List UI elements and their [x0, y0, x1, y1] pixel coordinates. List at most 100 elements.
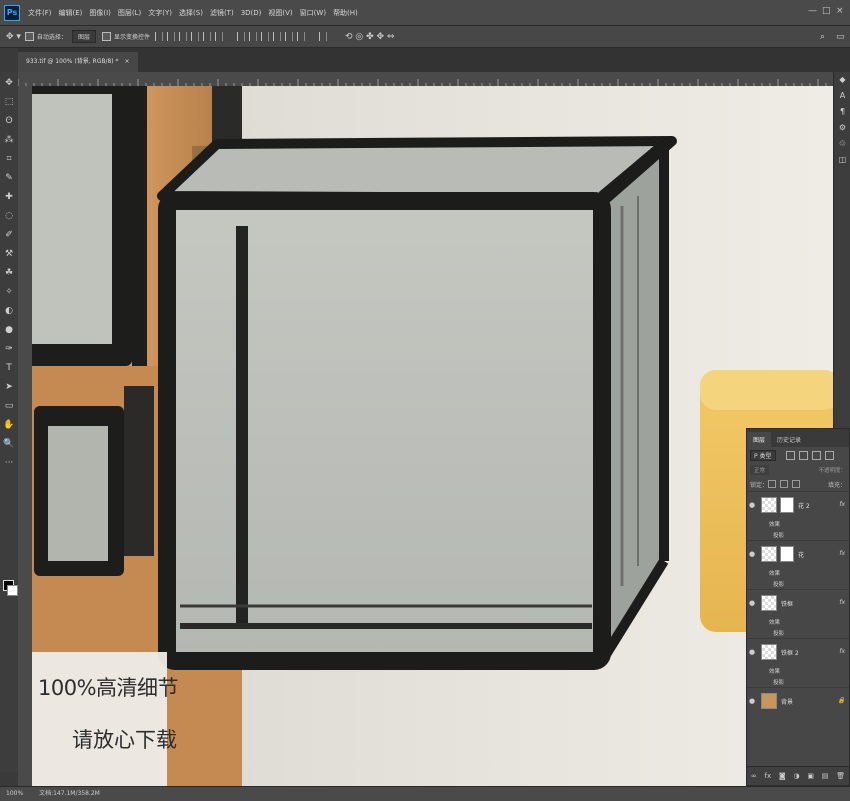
layer-fx-icon[interactable]: fx — [839, 599, 845, 606]
distribute-vcenter-icon[interactable] — [248, 32, 257, 41]
auto-align-icon[interactable] — [318, 32, 327, 41]
minimize-button[interactable]: — — [808, 6, 817, 16]
layer-effect-item[interactable]: 投影 — [747, 529, 849, 540]
filter-pixel-icon[interactable] — [785, 450, 795, 460]
new-layer-icon[interactable]: ▤ — [822, 772, 829, 780]
hand-tool-icon[interactable]: ✋ — [2, 418, 16, 432]
layer-effects-row[interactable]: 效果 — [747, 665, 849, 676]
type-tool-icon[interactable]: T — [2, 361, 16, 375]
close-window-button[interactable]: × — [836, 6, 844, 16]
add-style-icon[interactable]: fx — [765, 772, 772, 780]
visibility-eye-icon[interactable]: ● — [747, 550, 757, 558]
visibility-eye-icon[interactable]: ● — [747, 599, 757, 607]
distribute-left-icon[interactable] — [272, 32, 281, 41]
layer-mask-thumbnail[interactable] — [780, 497, 794, 513]
menu-edit[interactable]: 编辑(E) — [59, 8, 83, 18]
align-left-icon[interactable] — [190, 32, 199, 41]
search-icon[interactable]: ⌕ — [820, 32, 825, 42]
layer-row[interactable]: ● 铁框 2 fx — [747, 638, 849, 665]
distribute-bottom-icon[interactable] — [260, 32, 269, 41]
distribute-hcenter-icon[interactable] — [284, 32, 293, 41]
document-canvas[interactable]: 100%高清细节 请放心下载 — [32, 86, 833, 786]
3d-mode-icons[interactable]: ⟲ ◎ ✤ ✥ ⇔ — [345, 32, 394, 42]
layer-row-background[interactable]: ● 背景 🔒 — [747, 687, 849, 714]
dock-styles-icon[interactable]: ♲ — [834, 136, 850, 152]
layer-kind-filter[interactable]: P 类型 — [750, 449, 776, 461]
document-tab[interactable]: 933.tif @ 100% (背景, RGB/8) * × — [18, 52, 138, 72]
lasso-tool-icon[interactable]: ʘ — [2, 114, 16, 128]
auto-select-target-dropdown[interactable]: 图层 — [71, 30, 96, 43]
menu-filter[interactable]: 滤镜(T) — [210, 8, 234, 18]
eraser-tool-icon[interactable]: ✧ — [2, 285, 16, 299]
blend-mode-dropdown[interactable]: 正常 — [750, 465, 770, 475]
add-mask-icon[interactable]: ◙ — [779, 772, 786, 780]
visibility-eye-icon[interactable]: ● — [747, 697, 757, 705]
layer-row[interactable]: ● 花 fx — [747, 540, 849, 567]
layer-fx-icon[interactable]: fx — [839, 550, 845, 557]
dock-properties-icon[interactable]: ◆ — [834, 72, 850, 88]
align-bottom-icon[interactable] — [178, 32, 187, 41]
menu-help[interactable]: 帮助(H) — [333, 8, 358, 18]
menu-window[interactable]: 窗口(W) — [300, 8, 326, 18]
move-tool-icon[interactable]: ✥ ▾ — [6, 32, 21, 42]
menu-select[interactable]: 选择(S) — [179, 8, 203, 18]
marquee-tool-icon[interactable]: ⬚ — [2, 95, 16, 109]
distribute-right-icon[interactable] — [296, 32, 305, 41]
more-tools-icon[interactable]: ··· — [2, 456, 16, 470]
visibility-eye-icon[interactable]: ● — [747, 648, 757, 656]
align-right-icon[interactable] — [214, 32, 223, 41]
dock-paragraph-icon[interactable]: ¶ — [834, 104, 850, 120]
lock-position-icon[interactable] — [780, 480, 789, 488]
dock-character-icon[interactable]: A — [834, 88, 850, 104]
crop-tool-icon[interactable]: ⌗ — [2, 152, 16, 166]
move-tool-icon[interactable]: ✥ — [2, 76, 16, 90]
link-layers-icon[interactable]: ∞ — [751, 772, 757, 780]
zoom-level[interactable]: 100% — [6, 790, 23, 797]
tab-layers[interactable]: 图层 — [747, 432, 772, 447]
dock-channels-icon[interactable]: ◫ — [834, 152, 850, 168]
layer-effect-item[interactable]: 投影 — [747, 578, 849, 589]
zoom-tool-icon[interactable]: 🔍 — [2, 437, 16, 451]
blur-tool-icon[interactable]: ● — [2, 323, 16, 337]
menu-image[interactable]: 图像(I) — [89, 8, 111, 18]
eyedropper-tool-icon[interactable]: ✎ — [2, 171, 16, 185]
menu-type[interactable]: 文字(Y) — [148, 8, 172, 18]
trash-icon[interactable]: 🗑 — [836, 772, 845, 780]
align-top-icon[interactable] — [154, 32, 163, 41]
layer-fx-icon[interactable]: fx — [839, 648, 845, 655]
lock-all-icon[interactable] — [792, 480, 801, 488]
workspace-icon[interactable]: ▭ — [836, 32, 845, 42]
magic-wand-tool-icon[interactable]: ⁂ — [2, 133, 16, 147]
brush-tool-icon[interactable]: ✐ — [2, 228, 16, 242]
menu-file[interactable]: 文件(F) — [28, 8, 52, 18]
menu-3d[interactable]: 3D(D) — [241, 9, 262, 17]
path-select-tool-icon[interactable]: ➤ — [2, 380, 16, 394]
horizontal-ruler[interactable] — [18, 72, 833, 87]
healing-tool-icon[interactable]: ✚ — [2, 190, 16, 204]
maximize-button[interactable]: □ — [822, 6, 831, 16]
gradient-tool-icon[interactable]: ◐ — [2, 304, 16, 318]
pen-tool-icon[interactable]: ✑ — [2, 342, 16, 356]
align-vcenter-icon[interactable] — [166, 32, 175, 41]
layer-effects-row[interactable]: 效果 — [747, 518, 849, 529]
transform-controls-checkbox[interactable] — [101, 32, 111, 41]
layer-fx-icon[interactable]: fx — [839, 501, 845, 508]
background-color-swatch[interactable] — [7, 585, 18, 596]
layer-mask-thumbnail[interactable] — [780, 546, 794, 562]
shape-tool-icon[interactable]: ▭ — [2, 399, 16, 413]
stamp-tool-icon[interactable]: ⚒ — [2, 247, 16, 261]
adjustment-layer-icon[interactable]: ◑ — [793, 772, 799, 780]
filter-type-icon[interactable] — [811, 450, 821, 460]
menu-view[interactable]: 视图(V) — [268, 8, 292, 18]
dock-adjustments-icon[interactable]: ⚙ — [834, 120, 850, 136]
close-tab-icon[interactable]: × — [124, 58, 129, 65]
layer-row[interactable]: ● 花 2 fx — [747, 491, 849, 518]
align-hcenter-icon[interactable] — [202, 32, 211, 41]
lock-pixels-icon[interactable] — [768, 480, 777, 488]
visibility-eye-icon[interactable]: ● — [747, 501, 757, 509]
layer-effects-row[interactable]: 效果 — [747, 616, 849, 627]
layer-row[interactable]: ● 铁框 fx — [747, 589, 849, 616]
menu-layer[interactable]: 图层(L) — [118, 8, 141, 18]
history-brush-tool-icon[interactable]: ☘ — [2, 266, 16, 280]
spot-tool-icon[interactable]: ◌ — [2, 209, 16, 223]
